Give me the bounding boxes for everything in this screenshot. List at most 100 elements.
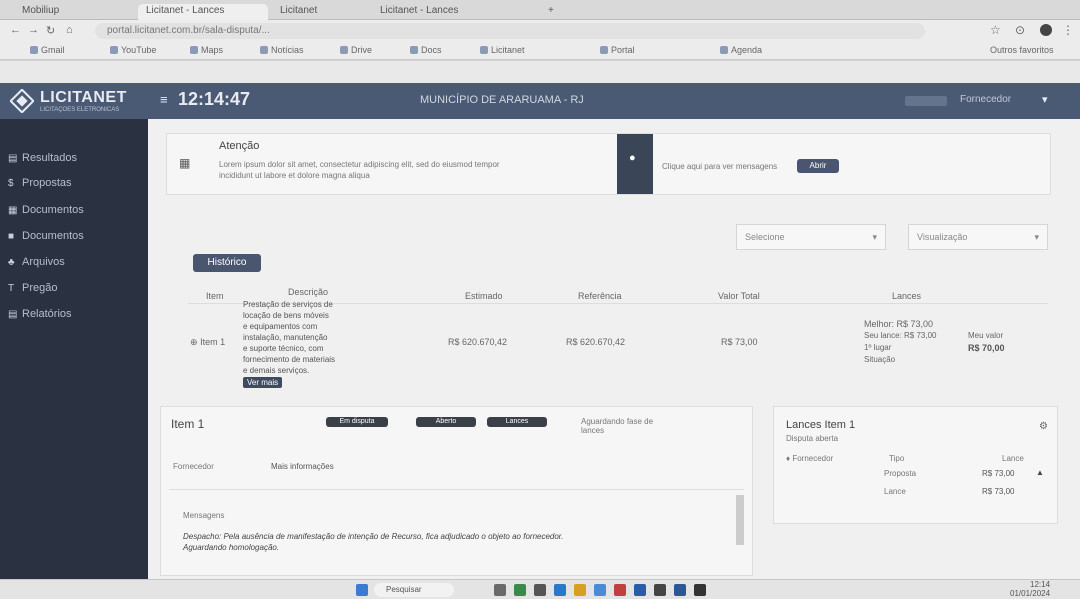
users-icon: ♣ [8, 257, 15, 268]
messages-label: Mensagens [183, 511, 225, 520]
bookmark[interactable]: Docs [410, 45, 442, 55]
column-header: Item [206, 291, 224, 301]
sidebar-item-folder[interactable]: ■ Documentos [8, 227, 84, 245]
column-header: Estimado [465, 291, 503, 301]
home-icon[interactable]: ⌂ [66, 24, 73, 36]
bid-type: Lance [884, 487, 906, 496]
page-top-band [0, 61, 1080, 83]
bookmark[interactable]: Maps [190, 45, 223, 55]
browser-tab[interactable]: Licitanet [272, 4, 362, 20]
profile-avatar[interactable] [1040, 24, 1052, 36]
logo: LICITANET LICITAÇÕES ELETRÔNICAS [10, 87, 160, 115]
browser-tab[interactable]: Mobiliup [14, 4, 124, 20]
back-icon[interactable]: ← [10, 24, 21, 36]
sidebar-item-proposals[interactable]: $ Propostas [8, 174, 72, 192]
bookmark[interactable]: Agenda [720, 45, 762, 55]
column-header: Referência [578, 291, 622, 301]
bids-column-header: Lance [1002, 454, 1024, 463]
view-select[interactable]: Visualização ▾ [908, 224, 1048, 250]
sidebar-item-results[interactable]: ▤ Resultados [8, 149, 77, 167]
attention-text: Lorem ipsum dolor sit amet, consectetur … [219, 160, 500, 169]
more-info-link[interactable]: Mais informações [271, 462, 334, 471]
app-icon[interactable] [654, 584, 666, 596]
app-icon[interactable] [614, 584, 626, 596]
browser-tab[interactable]: Licitanet - Lances [372, 4, 532, 20]
extensions-icon[interactable]: ⊙ [1015, 23, 1025, 37]
bookmark-folder[interactable]: Outros favoritos [990, 45, 1054, 55]
hamburger-icon[interactable]: ≡ [160, 92, 168, 107]
app-icon[interactable] [634, 584, 646, 596]
windows-start-icon[interactable] [356, 584, 368, 596]
task-view-icon[interactable] [494, 584, 506, 596]
sidebar-item-reports[interactable]: ▤ Relatórios [8, 305, 72, 323]
sidebar-item-documents[interactable]: ▦ Documentos [8, 201, 84, 219]
user-label[interactable]: Fornecedor [960, 94, 1011, 105]
grid-icon: ▦ [8, 205, 18, 216]
bookmark[interactable]: Licitanet [480, 45, 525, 55]
app-icon[interactable] [514, 584, 526, 596]
see-more-badge[interactable]: Ver mais [243, 377, 283, 388]
browser-icon[interactable] [594, 584, 606, 596]
bookmark[interactable]: Gmail [30, 45, 65, 55]
taskbar-search[interactable]: Pesquisar [374, 583, 454, 597]
user-menu-icon[interactable]: ▾ [1042, 93, 1048, 106]
my-value-label: Meu valor [968, 331, 1004, 340]
menu-icon[interactable]: ⋮ [1062, 23, 1074, 37]
best-bid: Melhor: R$ 73,00 [864, 319, 934, 329]
page-title: MUNICÍPIO DE ARARUAMA - RJ [420, 94, 584, 106]
column-header: Descrição [288, 287, 329, 297]
logo-subtext: LICITAÇÕES ELETRÔNICAS [40, 107, 120, 113]
item-panel-title: Item 1 [171, 417, 205, 431]
browser-tab-bar: Mobiliup Licitanet - Lances Licitanet Li… [0, 0, 1080, 20]
sort-select[interactable]: Selecione ▾ [736, 224, 886, 250]
estimated-cell: R$ 620.670,42 [448, 337, 508, 347]
bids-panel-subtitle: Disputa aberta [786, 434, 839, 443]
bookmark[interactable]: Notícias [260, 45, 304, 55]
history-button[interactable]: Histórico [193, 254, 261, 272]
divider [169, 489, 744, 490]
bookmark[interactable]: Portal [600, 45, 635, 55]
lock-icon: ● [629, 152, 636, 164]
attention-text: incididunt ut labore et dolore magna ali… [219, 171, 370, 180]
settings-icon[interactable]: ⚙ [1039, 421, 1048, 432]
app-icon[interactable] [534, 584, 546, 596]
forward-icon[interactable]: → [28, 24, 39, 36]
dollar-icon: $ [8, 178, 14, 189]
taskbar-clock[interactable]: 12:14 01/01/2024 [1010, 580, 1050, 598]
logo-text: LICITANET [40, 89, 127, 106]
sidebar-item-files[interactable]: ♣ Arquivos [8, 253, 65, 271]
folder-icon: ■ [8, 231, 15, 242]
description-cell: Prestação de serviços de locação de bens… [243, 300, 336, 388]
reload-icon[interactable]: ↻ [46, 24, 55, 37]
app-icon[interactable] [554, 584, 566, 596]
status-badge: Aberto [416, 417, 476, 427]
attention-side-text: Clique aqui para ver mensagens [662, 162, 778, 171]
bids-column-header: Tipo [889, 454, 905, 463]
document-icon: ▤ [8, 153, 18, 164]
main-content: ▦ Atenção Lorem ipsum dolor sit amet, co… [148, 119, 1080, 579]
star-icon[interactable]: ☆ [990, 23, 1001, 37]
chevron-down-icon: ▾ [872, 232, 877, 242]
item-cell[interactable]: ⊕ Item 1 [190, 337, 225, 348]
new-tab-button[interactable]: + [540, 4, 560, 20]
folder-icon[interactable] [574, 584, 586, 596]
sidebar-item-auction[interactable]: T Pregão [8, 279, 57, 297]
app-icon[interactable] [674, 584, 686, 596]
scrollbar[interactable] [736, 495, 744, 545]
browser-tab[interactable]: Licitanet - Lances [138, 4, 268, 20]
open-messages-button[interactable]: Abrir [797, 159, 839, 173]
my-bid: Seu lance: R$ 73,00 [864, 331, 937, 340]
calendar-icon: ▦ [179, 156, 191, 170]
item-icon: ⊕ [190, 337, 198, 347]
bid-type: Proposta [884, 469, 917, 478]
user-icon: ▲ [1036, 468, 1044, 477]
status-indicator [905, 96, 947, 106]
status-badge: Lances [487, 417, 547, 427]
bookmark[interactable]: YouTube [110, 45, 156, 55]
status-note: Aguardando fase de lances [581, 417, 654, 435]
bookmark[interactable]: Drive [340, 45, 372, 55]
app-icon[interactable] [694, 584, 706, 596]
url-input[interactable]: portal.licitanet.com.br/sala-disputa/... [95, 23, 925, 39]
bookmarks-bar: Gmail YouTube Maps Notícias Drive Docs L… [0, 42, 1080, 60]
column-header: Valor Total [718, 291, 760, 301]
